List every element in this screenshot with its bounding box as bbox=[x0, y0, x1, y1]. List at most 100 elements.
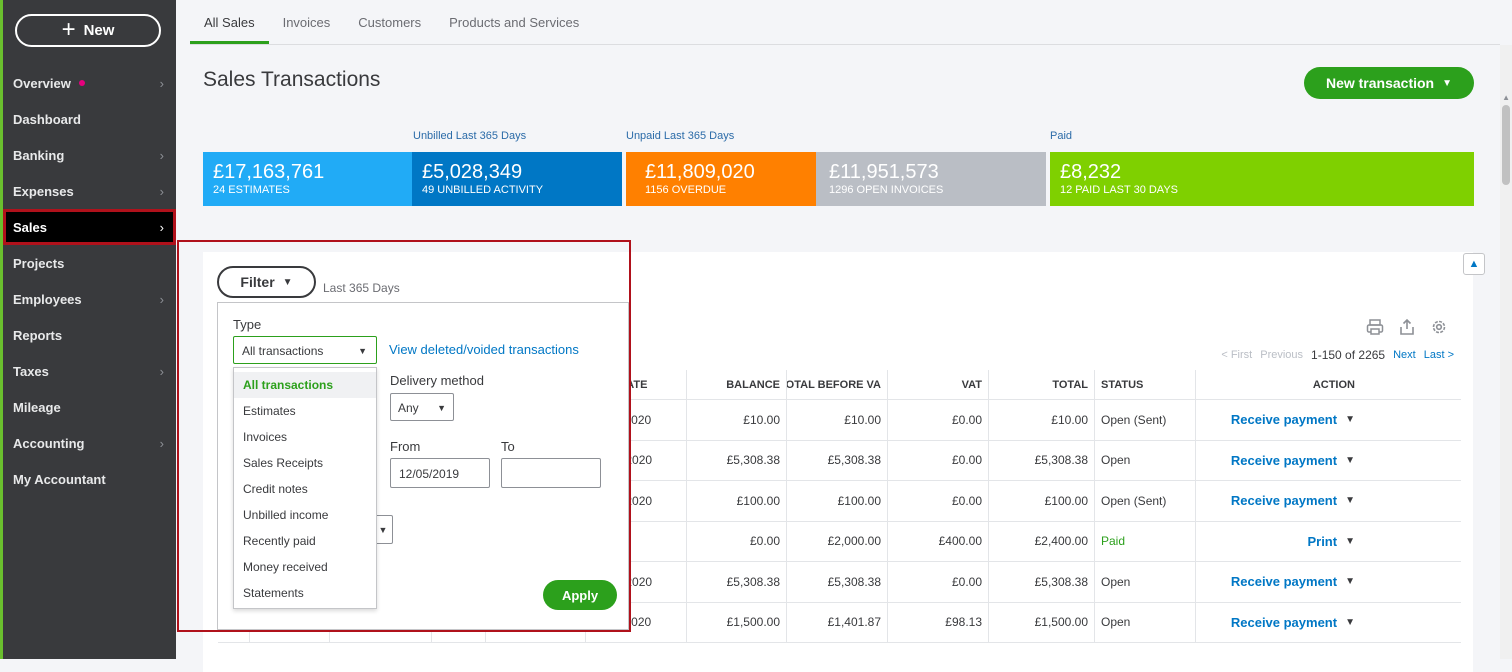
chevron-right-icon: › bbox=[159, 219, 164, 235]
money-bar-estimates[interactable]: £17,163,761 24 ESTIMATES bbox=[203, 152, 412, 206]
filter-range-label: Last 365 Days bbox=[323, 281, 400, 295]
new-button[interactable]: + New bbox=[15, 14, 161, 47]
caret-down-icon[interactable]: ▼ bbox=[1345, 414, 1355, 425]
sidebar-item-employees[interactable]: Employees › bbox=[3, 281, 176, 317]
export-icon[interactable] bbox=[1398, 318, 1416, 341]
caret-down-icon[interactable]: ▼ bbox=[1345, 576, 1355, 587]
chevron-right-icon: › bbox=[159, 75, 164, 91]
type-option-recently-paid[interactable]: Recently paid bbox=[234, 528, 376, 554]
tab-products-services[interactable]: Products and Services bbox=[435, 15, 593, 44]
top-tabs: All Sales Invoices Customers Products an… bbox=[190, 0, 1500, 45]
sidebar-item-accounting[interactable]: Accounting › bbox=[3, 425, 176, 461]
caret-down-icon: ▼ bbox=[282, 276, 293, 288]
row-action-link[interactable]: Receive payment bbox=[1231, 574, 1337, 589]
gear-icon[interactable] bbox=[1430, 318, 1448, 341]
type-option-all-transactions[interactable]: All transactions bbox=[234, 372, 376, 398]
cell-total-before-vat: £5,308.38 bbox=[787, 440, 888, 480]
chevron-right-icon: › bbox=[159, 363, 164, 379]
type-option-money-received[interactable]: Money received bbox=[234, 554, 376, 580]
type-select[interactable]: All transactions ▼ bbox=[233, 336, 377, 364]
sidebar-item-sales[interactable]: Sales › bbox=[3, 209, 176, 245]
sidebar-item-expenses[interactable]: Expenses › bbox=[3, 173, 176, 209]
scroll-up-icon[interactable]: ▲ bbox=[1502, 93, 1510, 102]
caret-down-icon[interactable]: ▼ bbox=[1345, 455, 1355, 466]
type-option-credit-notes[interactable]: Credit notes bbox=[234, 476, 376, 502]
cell-status: Open (Sent) bbox=[1095, 400, 1196, 440]
cell-total: £5,308.38 bbox=[989, 562, 1095, 602]
header-balance[interactable]: BALANCE bbox=[687, 370, 787, 399]
cell-vat: £400.00 bbox=[888, 521, 989, 561]
sidebar-item-my-accountant[interactable]: My Accountant bbox=[3, 461, 176, 497]
pager-previous[interactable]: Previous bbox=[1260, 349, 1303, 361]
scrollbar[interactable]: ▲ bbox=[1500, 45, 1512, 659]
cell-action: Receive payment ▼ bbox=[1196, 481, 1361, 521]
sidebar-item-reports[interactable]: Reports bbox=[3, 317, 176, 353]
chevron-right-icon: › bbox=[159, 435, 164, 451]
sidebar-item-banking[interactable]: Banking › bbox=[3, 137, 176, 173]
sidebar-item-mileage[interactable]: Mileage bbox=[3, 389, 176, 425]
sidebar-item-projects[interactable]: Projects bbox=[3, 245, 176, 281]
type-option-statements[interactable]: Statements bbox=[234, 580, 376, 606]
header-vat[interactable]: VAT bbox=[888, 370, 989, 399]
pager-last[interactable]: Last > bbox=[1424, 349, 1454, 361]
money-bar-open-invoices[interactable]: £11,951,573 1296 OPEN INVOICES bbox=[816, 152, 1046, 206]
money-bar-amount: £8,232 bbox=[1060, 161, 1122, 183]
new-transaction-button[interactable]: New transaction ▼ bbox=[1304, 67, 1474, 99]
cell-vat: £0.00 bbox=[888, 440, 989, 480]
cell-action: Receive payment ▼ bbox=[1196, 400, 1361, 440]
header-total[interactable]: TOTAL bbox=[989, 370, 1095, 399]
cell-total-before-vat: £5,308.38 bbox=[787, 562, 888, 602]
money-bar-unbilled[interactable]: £5,028,349 49 UNBILLED ACTIVITY bbox=[412, 152, 622, 206]
sidebar-item-label: Dashboard bbox=[13, 111, 81, 127]
money-bar-overdue[interactable]: £11,809,020 1156 OVERDUE bbox=[626, 152, 816, 206]
collapse-button[interactable]: ▲ bbox=[1463, 253, 1485, 275]
type-options-list: All transactions Estimates Invoices Sales R… bbox=[233, 367, 377, 609]
sidebar: + New Overview › Dashboard Banking › Expenses… bbox=[0, 0, 176, 659]
caret-down-icon[interactable]: ▼ bbox=[1345, 495, 1355, 506]
money-bar-amount: £11,951,573 bbox=[829, 161, 939, 183]
sidebar-item-taxes[interactable]: Taxes › bbox=[3, 353, 176, 389]
print-icon[interactable] bbox=[1366, 318, 1384, 341]
view-voided-link[interactable]: View deleted/voided transactions bbox=[389, 342, 579, 357]
type-select-value: All transactions bbox=[242, 344, 324, 358]
apply-button[interactable]: Apply bbox=[543, 580, 617, 610]
pager-next[interactable]: Next bbox=[1393, 349, 1416, 361]
cell-total: £5,308.38 bbox=[989, 440, 1095, 480]
header-status[interactable]: STATUS bbox=[1095, 370, 1196, 399]
cell-vat: £0.00 bbox=[888, 400, 989, 440]
cell-status: Open bbox=[1095, 602, 1196, 642]
row-action-link[interactable]: Receive payment bbox=[1231, 493, 1337, 508]
sidebar-item-dashboard[interactable]: Dashboard bbox=[3, 101, 176, 137]
scrollbar-thumb[interactable] bbox=[1502, 105, 1510, 185]
cell-action: Receive payment ▼ bbox=[1196, 562, 1361, 602]
sidebar-item-label: Sales bbox=[13, 219, 47, 235]
filter-button[interactable]: Filter ▼ bbox=[217, 266, 316, 298]
money-bar-paid[interactable]: £8,232 12 PAID LAST 30 DAYS bbox=[1050, 152, 1474, 206]
header-total-before-vat[interactable]: TOTAL BEFORE VA bbox=[787, 370, 888, 399]
tab-customers[interactable]: Customers bbox=[344, 15, 435, 44]
type-option-unbilled-income[interactable]: Unbilled income bbox=[234, 502, 376, 528]
type-option-sales-receipts[interactable]: Sales Receipts bbox=[234, 450, 376, 476]
caret-down-icon[interactable]: ▼ bbox=[1345, 617, 1355, 628]
from-date-input[interactable]: 12/05/2019 bbox=[390, 458, 490, 488]
row-action-link[interactable]: Receive payment bbox=[1231, 615, 1337, 630]
delivery-method-select[interactable]: Any ▼ bbox=[390, 393, 454, 421]
delivery-method-label: Delivery method bbox=[390, 373, 484, 388]
pager-first[interactable]: < First bbox=[1221, 349, 1252, 361]
filter-button-label: Filter bbox=[240, 274, 275, 290]
row-action-link[interactable]: Print bbox=[1307, 534, 1337, 549]
sidebar-item-overview[interactable]: Overview › bbox=[3, 65, 176, 101]
cell-total: £100.00 bbox=[989, 481, 1095, 521]
row-action-link[interactable]: Receive payment bbox=[1231, 412, 1337, 427]
cell-action: Receive payment ▼ bbox=[1196, 441, 1361, 481]
caret-down-icon[interactable]: ▼ bbox=[1345, 536, 1355, 547]
type-option-invoices[interactable]: Invoices bbox=[234, 424, 376, 450]
money-bar-sub: 1156 OVERDUE bbox=[645, 184, 727, 196]
type-option-estimates[interactable]: Estimates bbox=[234, 398, 376, 424]
tab-all-sales[interactable]: All Sales bbox=[190, 15, 269, 44]
to-date-input[interactable] bbox=[501, 458, 601, 488]
new-transaction-label: New transaction bbox=[1325, 75, 1435, 91]
row-action-link[interactable]: Receive payment bbox=[1231, 453, 1337, 468]
tab-invoices[interactable]: Invoices bbox=[269, 15, 345, 44]
paid-label: Paid bbox=[1050, 130, 1073, 142]
